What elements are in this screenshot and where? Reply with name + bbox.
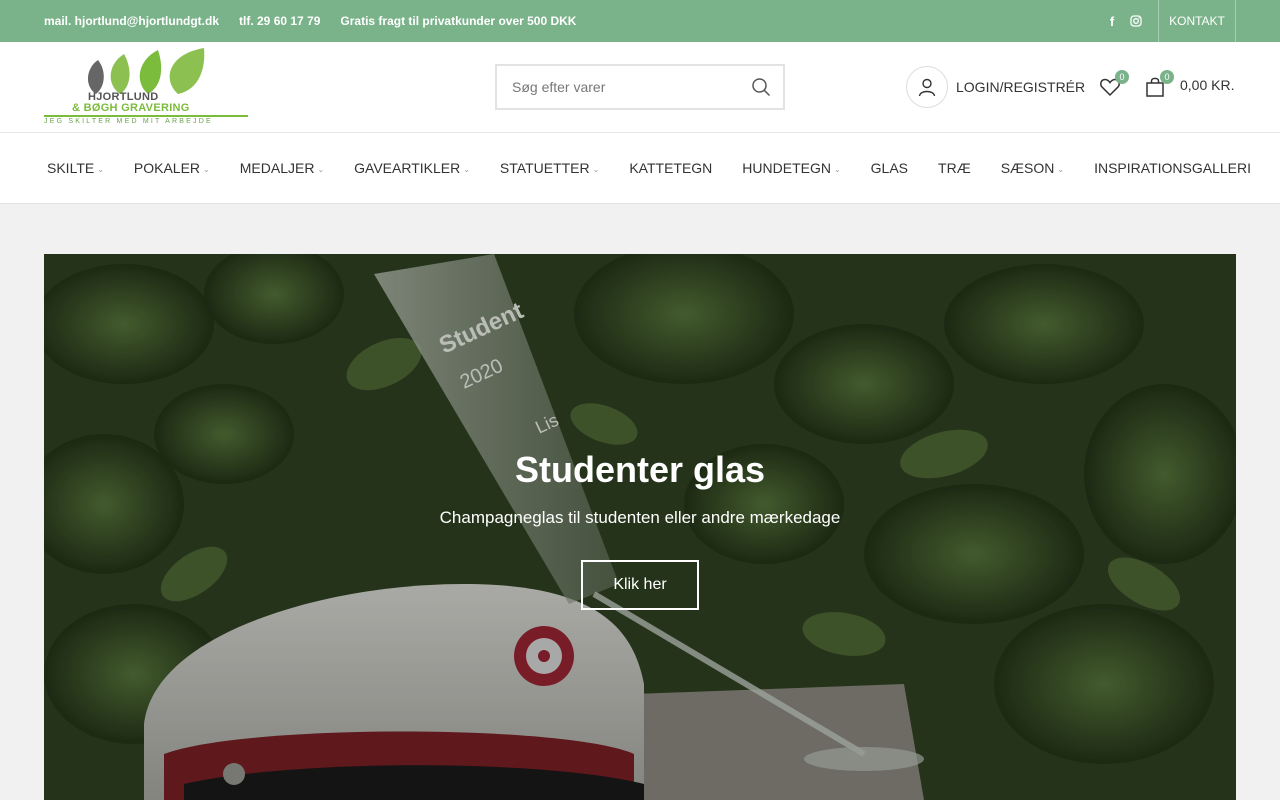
shipping-notice: Gratis fragt til privatkunder over 500 D… (340, 14, 577, 28)
contact-email[interactable]: mail. hjortlund@hjortlundgt.dk (44, 14, 219, 28)
site-header: HJORTLUND & BØGH GRAVERING JEG SKILTER M… (0, 42, 1280, 133)
hero-cta-button[interactable]: Klik her (581, 560, 699, 610)
instagram-icon[interactable] (1130, 15, 1142, 27)
site-logo[interactable]: HJORTLUND & BØGH GRAVERING JEG SKILTER M… (44, 46, 250, 130)
nav-item-label: KATTETEGN (629, 160, 713, 176)
chevron-down-icon: ⌄ (1057, 165, 1065, 174)
leaves-logo-icon (87, 48, 205, 94)
hero-title: Studenter glas (514, 449, 766, 490)
hero-banner: Student 2020 Lis Studenter glas Champagn… (44, 254, 1236, 800)
chevron-down-icon: ⌄ (463, 165, 470, 174)
nav-item-label: TRÆ (938, 160, 971, 176)
hero-content: Studenter glas Champagneglas til student… (44, 448, 1236, 610)
search-input[interactable] (497, 66, 737, 108)
nav-item-sæson[interactable]: SÆSON ⌄ (986, 160, 1079, 176)
wishlist-button[interactable]: 0 (1099, 70, 1129, 98)
nav-item-label: HUNDETEGN (742, 160, 831, 176)
kontakt-link[interactable]: KONTAKT (1158, 0, 1236, 42)
top-bar: mail. hjortlund@hjortlundgt.dk tlf. 29 6… (0, 0, 1280, 42)
nav-item-træ[interactable]: TRÆ (923, 160, 986, 176)
facebook-icon[interactable]: f (1106, 14, 1118, 29)
nav-item-statuetter[interactable]: STATUETTER ⌄ (485, 160, 614, 176)
nav-item-label: GAVEARTIKLER (354, 160, 461, 176)
nav-item-label: SÆSON (1000, 160, 1055, 176)
wishlist-count-badge: 0 (1115, 70, 1129, 84)
chevron-down-icon: ⌄ (317, 165, 325, 174)
account-label: LOGIN/REGISTRÉR (956, 79, 1086, 95)
nav-item-label: SKILTE (47, 160, 95, 176)
account-link[interactable]: LOGIN/REGISTRÉR (906, 66, 1085, 108)
nav-item-gaveartikler[interactable]: GAVEARTIKLER ⌄ (339, 160, 485, 176)
chevron-down-icon: ⌄ (592, 165, 600, 174)
nav-item-label: INSPIRATIONSGALLERI (1094, 160, 1251, 176)
logo-line-2: & BØGH GRAVERING (72, 102, 190, 114)
top-bar-info: mail. hjortlund@hjortlundgt.dk tlf. 29 6… (44, 0, 576, 42)
search-icon[interactable] (751, 77, 771, 97)
nav-list: SKILTE ⌄ POKALER ⌄ MEDALJER ⌄ GAVEARTIKLER ⌄ STA… (32, 133, 1266, 203)
nav-item-label: GLAS (870, 160, 909, 176)
nav-item-hundetegn[interactable]: HUNDETEGN ⌄ (727, 160, 855, 176)
user-icon (906, 66, 948, 108)
logo-divider (44, 115, 248, 117)
contact-phone[interactable]: tlf. 29 60 17 79 (239, 14, 320, 28)
nav-item-skilte[interactable]: SKILTE ⌄ (32, 160, 119, 176)
chevron-down-icon: ⌄ (203, 165, 210, 174)
nav-item-label: MEDALJER (239, 160, 315, 176)
nav-item-medaljer[interactable]: MEDALJER ⌄ (225, 160, 339, 176)
nav-item-pokaler[interactable]: POKALER ⌄ (119, 160, 225, 176)
nav-item-glas[interactable]: GLAS (856, 160, 923, 176)
nav-item-inspirationsgalleri[interactable]: INSPIRATIONSGALLERI (1079, 160, 1266, 176)
logo-tagline: JEG SKILTER MED MIT ARBEJDE (44, 118, 213, 125)
cart-total[interactable]: 0,00 KR. (1180, 77, 1234, 93)
cart-count-badge: 0 (1160, 70, 1174, 84)
social-links: f (1106, 0, 1142, 42)
chevron-down-icon: ⌄ (97, 165, 104, 174)
cart-button[interactable]: 0 (1144, 70, 1174, 98)
chevron-down-icon: ⌄ (833, 165, 841, 174)
hero-subtitle: Champagneglas til studenten eller andre … (439, 508, 841, 527)
main-navigation: SKILTE ⌄ POKALER ⌄ MEDALJER ⌄ GAVEARTIKLER ⌄ STA… (0, 133, 1280, 204)
nav-item-label: STATUETTER (499, 160, 590, 176)
nav-item-kattetegn[interactable]: KATTETEGN (614, 160, 727, 176)
search-box (495, 64, 785, 110)
nav-item-label: POKALER (133, 160, 201, 176)
